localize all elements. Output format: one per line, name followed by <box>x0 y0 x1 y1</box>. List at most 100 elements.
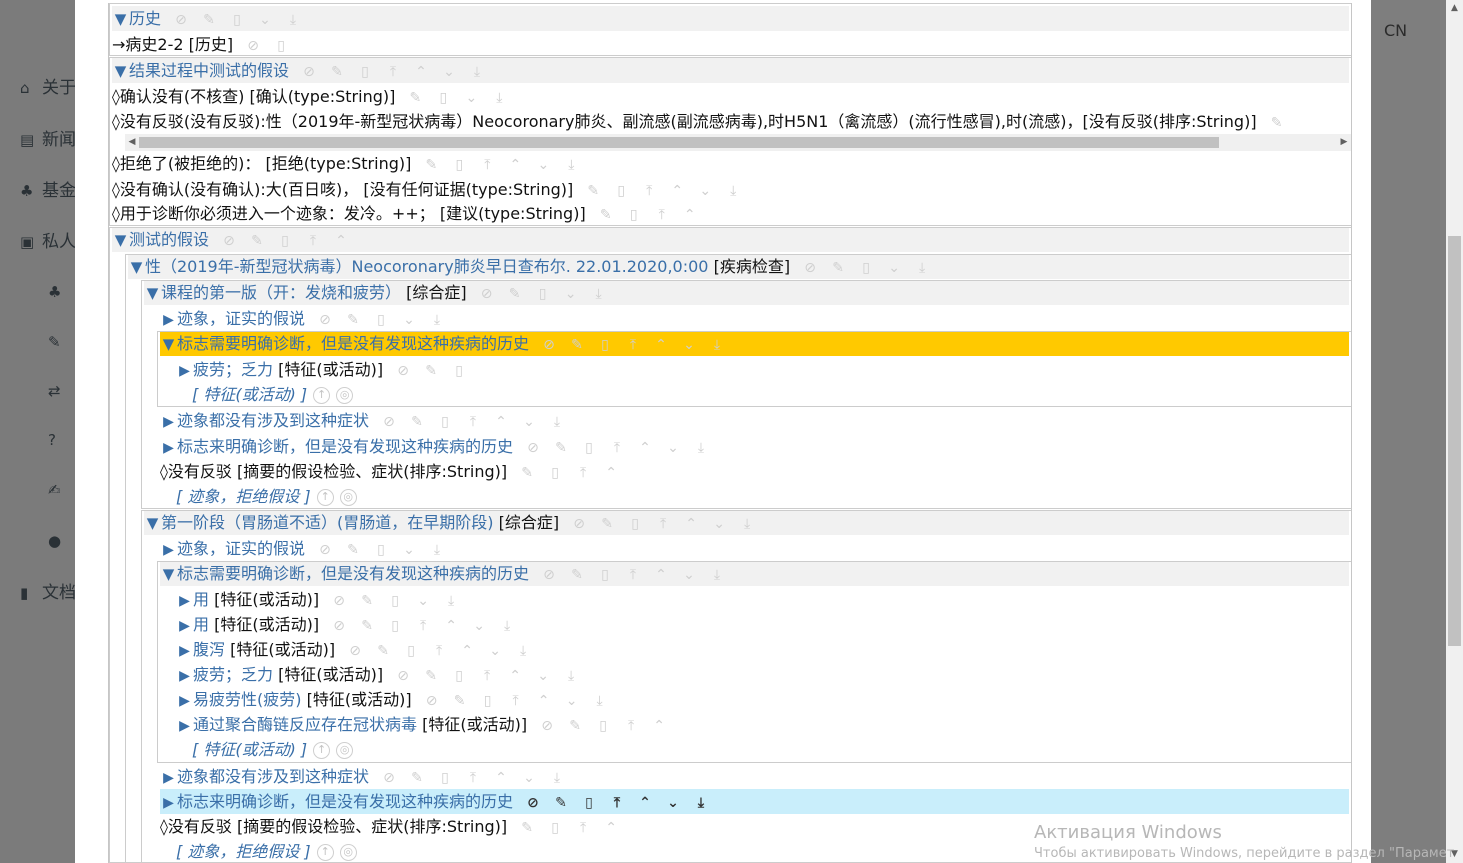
move-up-icon[interactable]: ⌃ <box>501 155 529 175</box>
pencil-icon[interactable]: ✎ <box>446 691 474 711</box>
move-top-icon[interactable]: ⤒ <box>648 205 676 225</box>
move-down-icon[interactable]: ⌄ <box>705 514 733 534</box>
tree-node-row[interactable]: ▶ 迹象，证实的假说 ⊘ ✎ ▯ ⌄ ⤓ <box>160 306 1349 331</box>
node-label[interactable]: 课程的第一版（开：发烧和疲劳） <box>161 283 401 302</box>
move-bottom-icon[interactable]: ⤓ <box>493 616 521 636</box>
link-icon[interactable]: ⊘ <box>311 540 339 560</box>
link-icon[interactable]: ⊘ <box>341 641 369 661</box>
trash-icon[interactable]: ▯ <box>575 793 603 813</box>
pencil-icon[interactable]: ✎ <box>824 258 852 278</box>
link-icon[interactable]: ⊘ <box>389 361 417 381</box>
move-down-icon[interactable]: ⌄ <box>457 88 485 108</box>
move-bottom-icon[interactable]: ⤓ <box>279 10 307 30</box>
link-icon[interactable]: ⊘ <box>295 62 323 82</box>
placeholder-label[interactable]: [ 迹象，拒绝假设 ] <box>176 842 311 861</box>
scroll-up-arrow-icon[interactable]: ▲ <box>1446 0 1463 17</box>
move-down-icon[interactable]: ⌄ <box>557 284 585 304</box>
move-up-icon[interactable]: ⌃ <box>597 463 625 483</box>
up-circle-icon[interactable]: ↑ <box>313 742 331 759</box>
node-label[interactable]: 标志需要明确诊断，但是没有发现这种疾病的历史 <box>177 334 529 353</box>
expand-arrow-icon[interactable]: ▶ <box>176 589 193 612</box>
placeholder-label[interactable]: [ 特征(或活动) ] <box>192 740 307 759</box>
move-down-icon[interactable]: ⌄ <box>395 310 423 330</box>
move-down-icon[interactable]: ⌄ <box>529 155 557 175</box>
move-down-icon[interactable]: ⌄ <box>691 181 719 201</box>
trash-icon[interactable]: ▯ <box>351 62 379 82</box>
move-down-icon[interactable]: ⌄ <box>659 793 687 813</box>
node-label[interactable]: 测试的假设 <box>129 230 209 249</box>
tree-node-row[interactable]: ▶ 用 [特征(或活动)] ⊘ ✎ ▯ ⌄ ⤓ <box>176 587 1349 612</box>
move-up-icon[interactable]: ⌃ <box>407 62 435 82</box>
node-label[interactable]: 性（2019年-新型冠状病毒）Neocoronary肺炎早日查布尔. 22.01… <box>145 257 709 276</box>
link-icon[interactable]: ⊘ <box>375 768 403 788</box>
trash-icon[interactable]: ▯ <box>621 514 649 534</box>
horizontal-scrollbar[interactable]: ◀ ▶ <box>125 134 1351 151</box>
tree-node-row[interactable]: ▶ 疲劳；乏力 [特征(或活动)] ⊘ ✎ ▯ <box>176 357 1349 382</box>
move-bottom-icon[interactable]: ⤓ <box>687 793 715 813</box>
trash-icon[interactable]: ▯ <box>474 691 502 711</box>
link-icon[interactable]: ⊘ <box>535 565 563 585</box>
expand-arrow-icon[interactable]: ▶ <box>160 410 177 433</box>
move-bottom-icon[interactable]: ⤓ <box>509 641 537 661</box>
move-down-icon[interactable]: ⌄ <box>675 335 703 355</box>
move-top-icon[interactable]: ⤒ <box>379 62 407 82</box>
tree-leaf-row[interactable]: ◊没有反驳 [摘要的假设检验、症状(排序:String)] ✎ ▯ ⤒ ⌃ <box>160 459 1349 484</box>
horizontal-scrollbar-thumb[interactable] <box>139 137 1219 148</box>
tree-group-row[interactable]: ▼ 测试的假设 ⊘ ✎ ▯ ⤒ ⌃ <box>112 227 1349 252</box>
node-label[interactable]: 标志需要明确诊断，但是没有发现这种疾病的历史 <box>177 564 529 583</box>
trash-icon[interactable]: ▯ <box>367 540 395 560</box>
link-icon[interactable]: ⊘ <box>215 231 243 251</box>
move-top-icon[interactable]: ⤒ <box>473 666 501 686</box>
pencil-icon[interactable]: ✎ <box>403 412 431 432</box>
collapse-arrow-icon[interactable]: ▼ <box>112 228 129 252</box>
vertical-scrollbar-thumb[interactable] <box>1448 236 1461 646</box>
move-up-icon[interactable]: ⌃ <box>487 412 515 432</box>
trash-icon[interactable]: ▯ <box>367 310 395 330</box>
pencil-icon[interactable]: ✎ <box>563 335 591 355</box>
tree-node-row[interactable]: ▶ 通过聚合酶链反应存在冠状病毒 [特征(或活动)] ⊘ ✎ ▯ ⤒ ⌃ <box>176 712 1349 737</box>
scroll-right-arrow-icon[interactable]: ▶ <box>1337 134 1351 151</box>
link-icon[interactable]: ⊘ <box>533 716 561 736</box>
move-bottom-icon[interactable]: ⤓ <box>687 438 715 458</box>
pencil-icon[interactable]: ✎ <box>339 540 367 560</box>
link-icon[interactable]: ⊘ <box>473 284 501 304</box>
tree-group-row[interactable]: ▼ 标志需要明确诊断，但是没有发现这种疾病的历史 ⊘ ✎ ▯ ⤒ ⌃ ⌄ ⤓ <box>160 331 1349 356</box>
move-top-icon[interactable]: ⤒ <box>619 335 647 355</box>
move-down-icon[interactable]: ⌄ <box>409 591 437 611</box>
move-down-icon[interactable]: ⌄ <box>435 62 463 82</box>
trash-icon[interactable]: ▯ <box>429 88 457 108</box>
pencil-icon[interactable]: ✎ <box>561 716 589 736</box>
move-bottom-icon[interactable]: ⤓ <box>703 565 731 585</box>
move-bottom-icon[interactable]: ⤓ <box>485 88 513 108</box>
node-label[interactable]: 历史 <box>129 9 161 28</box>
move-top-icon[interactable]: ⤒ <box>619 565 647 585</box>
tree-node-row[interactable]: ▶ 迹象都没有涉及到这种症状 ⊘ ✎ ▯ ⤒ ⌃ ⌄ ⤓ <box>160 764 1349 789</box>
trash-icon[interactable]: ▯ <box>381 591 409 611</box>
tree-leaf-row[interactable]: →病史2-2 [历史] ⊘ ▯ <box>112 32 1349 57</box>
move-bottom-icon[interactable]: ⤓ <box>908 258 936 278</box>
collapse-arrow-icon[interactable]: ▼ <box>144 511 161 535</box>
expand-arrow-icon[interactable]: ▶ <box>160 766 177 789</box>
expand-arrow-icon[interactable]: ▶ <box>176 664 193 687</box>
tree-node-row[interactable]: ▶ 标志来明确诊断，但是没有发现这种疾病的历史 ⊘ ✎ ▯ ⤒ ⌃ ⌄ ⤓ <box>160 789 1349 814</box>
node-label[interactable]: 疲劳；乏力 <box>193 360 273 379</box>
link-icon[interactable]: ⊘ <box>796 258 824 278</box>
expand-arrow-icon[interactable]: ▶ <box>160 538 177 561</box>
trash-icon[interactable]: ▯ <box>267 36 295 56</box>
trash-icon[interactable]: ▯ <box>431 412 459 432</box>
link-icon[interactable]: ⊘ <box>375 412 403 432</box>
move-up-icon[interactable]: ⌃ <box>487 768 515 788</box>
move-up-icon[interactable]: ⌃ <box>530 691 558 711</box>
move-up-icon[interactable]: ⌃ <box>647 335 675 355</box>
pencil-icon[interactable]: ✎ <box>339 310 367 330</box>
move-top-icon[interactable]: ⤒ <box>569 463 597 483</box>
node-label[interactable]: 没有反驳 <box>168 462 232 481</box>
tree-leaf-row[interactable]: ◊确认没有(不核查) [确认(type:String)] ✎ ▯ ⌄ ⤓ <box>112 84 1349 109</box>
pencil-icon[interactable]: ✎ <box>513 463 541 483</box>
move-down-icon[interactable]: ⌄ <box>659 438 687 458</box>
trash-icon[interactable]: ▯ <box>589 716 617 736</box>
tree-node-row[interactable]: ▶ 易疲劳性(疲劳) [特征(或活动)] ⊘ ✎ ▯ ⤒ ⌃ ⌄ ⤓ <box>176 687 1349 712</box>
move-up-icon[interactable]: ⌃ <box>327 231 355 251</box>
move-top-icon[interactable]: ⤒ <box>459 768 487 788</box>
trash-icon[interactable]: ▯ <box>541 818 569 838</box>
